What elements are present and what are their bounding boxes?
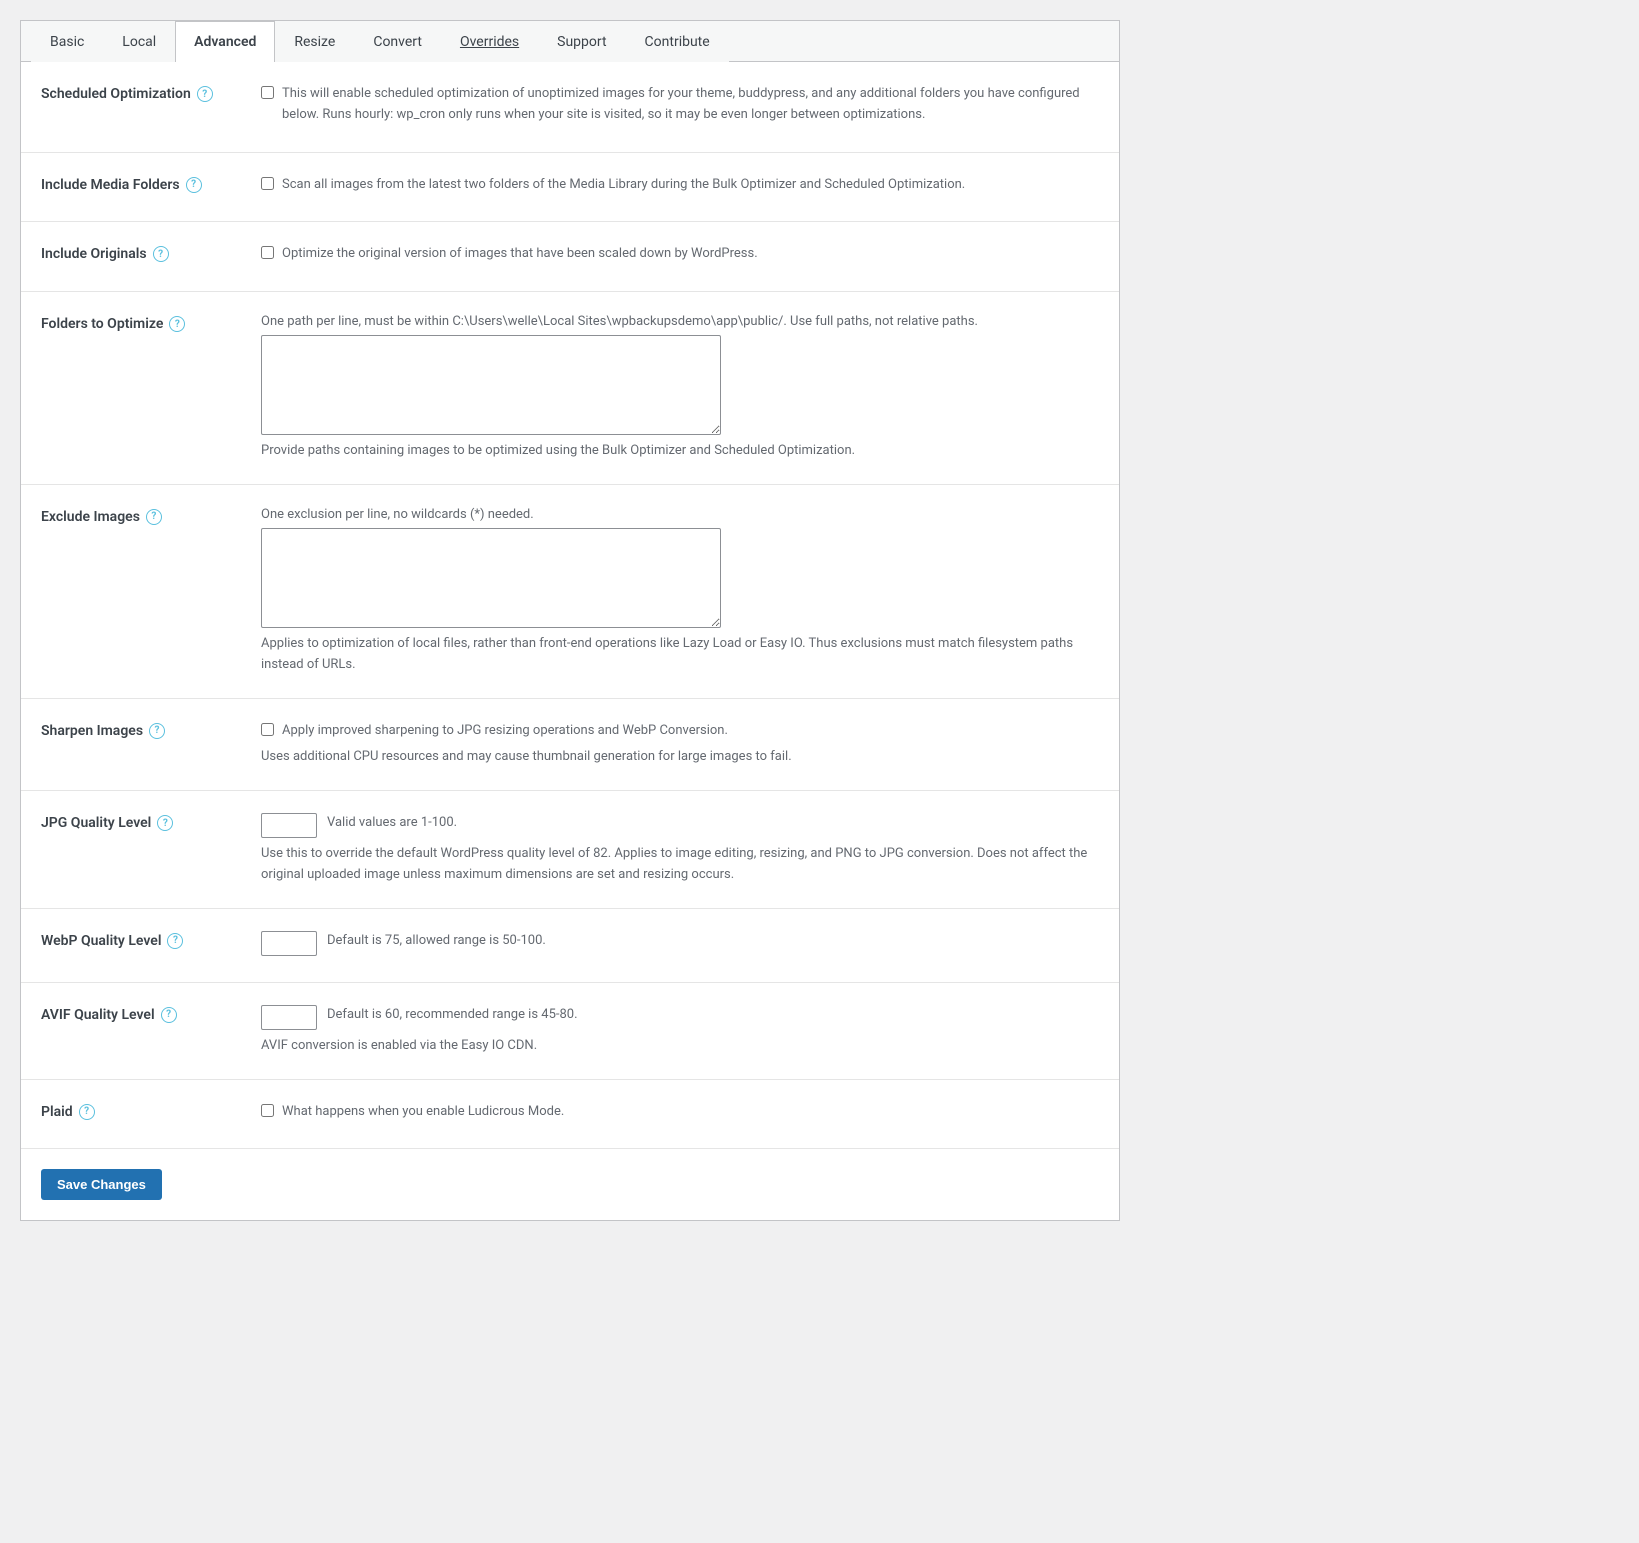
inline-description-avif-quality-level: Default is 60, recommended range is 45-8… [327, 1005, 578, 1026]
field-col-exclude-images: One exclusion per line, no wildcards (*)… [261, 507, 1099, 676]
description-scheduled-optimization: This will enable scheduled optimization … [282, 84, 1099, 126]
settings-row-include-media-folders: Include Media Folders? Scan all images fr… [21, 153, 1119, 223]
settings-content: Scheduled Optimization? This will enable … [21, 62, 1119, 1148]
help-icon-include-originals[interactable]: ? [153, 246, 169, 262]
tab-resize[interactable]: Resize [275, 21, 354, 62]
description-include-originals: Optimize the original version of images … [282, 244, 758, 265]
field-col-folders-to-optimize: One path per line, must be within C:\Use… [261, 314, 1099, 462]
help-icon-plaid[interactable]: ? [79, 1104, 95, 1120]
input-avif-quality-level[interactable] [261, 1005, 317, 1030]
textarea-folders-to-optimize[interactable] [261, 335, 721, 435]
checkbox-plaid[interactable] [261, 1104, 274, 1117]
help-icon-webp-quality-level[interactable]: ? [167, 933, 183, 949]
inline-row-avif-quality-level: Default is 60, recommended range is 45-8… [261, 1005, 1099, 1030]
field-col-sharpen-images: Apply improved sharpening to JPG resizin… [261, 721, 1099, 769]
field-col-include-media-folders: Scan all images from the latest two fold… [261, 175, 1099, 200]
settings-panel: BasicLocalAdvancedResizeConvertOverrides… [20, 20, 1120, 1221]
label-sharpen-images: Sharpen Images? [41, 721, 241, 739]
checkbox-row-include-media-folders: Scan all images from the latest two fold… [261, 175, 1099, 200]
field-col-scheduled-optimization: This will enable scheduled optimization … [261, 84, 1099, 130]
checkbox-scheduled-optimization[interactable] [261, 86, 274, 99]
checkbox-row-sharpen-images: Apply improved sharpening to JPG resizin… [261, 721, 1099, 746]
tabs-bar: BasicLocalAdvancedResizeConvertOverrides… [21, 21, 1119, 62]
label-scheduled-optimization: Scheduled Optimization? [41, 84, 241, 102]
save-section: Save Changes [21, 1148, 1119, 1220]
save-changes-button[interactable]: Save Changes [41, 1169, 162, 1200]
help-icon-folders-to-optimize[interactable]: ? [169, 316, 185, 332]
label-include-originals: Include Originals? [41, 244, 241, 262]
checkbox-row-plaid: What happens when you enable Ludicrous M… [261, 1102, 1099, 1127]
checkbox-row-include-originals: Optimize the original version of images … [261, 244, 1099, 269]
help-icon-avif-quality-level[interactable]: ? [161, 1007, 177, 1023]
input-jpg-quality-level[interactable] [261, 813, 317, 838]
description-below-folders-to-optimize: Provide paths containing images to be op… [261, 441, 1099, 462]
inline-row-webp-quality-level: Default is 75, allowed range is 50-100. [261, 931, 1099, 956]
description-sharpen-images: Apply improved sharpening to JPG resizin… [282, 721, 728, 742]
settings-row-scheduled-optimization: Scheduled Optimization? This will enable … [21, 62, 1119, 153]
settings-row-plaid: Plaid? What happens when you enable Ludic… [21, 1080, 1119, 1149]
settings-row-sharpen-images: Sharpen Images? Apply improved sharpening… [21, 699, 1119, 792]
inline-description-webp-quality-level: Default is 75, allowed range is 50-100. [327, 931, 546, 952]
field-col-webp-quality-level: Default is 75, allowed range is 50-100. [261, 931, 1099, 960]
checkbox-row-scheduled-optimization: This will enable scheduled optimization … [261, 84, 1099, 130]
description-below-avif-quality-level: AVIF conversion is enabled via the Easy … [261, 1036, 1099, 1057]
description-below-exclude-images: Applies to optimization of local files, … [261, 634, 1099, 676]
settings-row-exclude-images: Exclude Images? One exclusion per line, n… [21, 485, 1119, 699]
help-icon-include-media-folders[interactable]: ? [186, 177, 202, 193]
tab-advanced[interactable]: Advanced [175, 21, 275, 62]
label-include-media-folders: Include Media Folders? [41, 175, 241, 193]
help-icon-exclude-images[interactable]: ? [146, 509, 162, 525]
input-webp-quality-level[interactable] [261, 931, 317, 956]
inline-description-jpg-quality-level: Valid values are 1-100. [327, 813, 457, 834]
description-below-jpg-quality-level: Use this to override the default WordPre… [261, 844, 1099, 886]
path-hint-folders-to-optimize: One path per line, must be within C:\Use… [261, 314, 1099, 329]
checkbox-include-media-folders[interactable] [261, 177, 274, 190]
settings-row-include-originals: Include Originals? Optimize the original … [21, 222, 1119, 292]
settings-row-jpg-quality-level: JPG Quality Level? Valid values are 1-100… [21, 791, 1119, 909]
label-jpg-quality-level: JPG Quality Level? [41, 813, 241, 831]
tab-overrides[interactable]: Overrides [441, 21, 538, 62]
textarea-exclude-images[interactable] [261, 528, 721, 628]
description-include-media-folders: Scan all images from the latest two fold… [282, 175, 965, 196]
field-col-avif-quality-level: Default is 60, recommended range is 45-8… [261, 1005, 1099, 1057]
label-plaid: Plaid? [41, 1102, 241, 1120]
description-plaid: What happens when you enable Ludicrous M… [282, 1102, 564, 1123]
field-col-jpg-quality-level: Valid values are 1-100. Use this to overr… [261, 813, 1099, 886]
settings-row-webp-quality-level: WebP Quality Level? Default is 75, allowe… [21, 909, 1119, 983]
settings-row-avif-quality-level: AVIF Quality Level? Default is 60, recomm… [21, 983, 1119, 1080]
tab-basic[interactable]: Basic [31, 21, 103, 62]
tab-support[interactable]: Support [538, 21, 625, 62]
tab-contribute[interactable]: Contribute [626, 21, 729, 62]
checkbox-sharpen-images[interactable] [261, 723, 274, 736]
tab-local[interactable]: Local [103, 21, 175, 62]
label-folders-to-optimize: Folders to Optimize? [41, 314, 241, 332]
label-exclude-images: Exclude Images? [41, 507, 241, 525]
label-avif-quality-level: AVIF Quality Level? [41, 1005, 241, 1023]
help-icon-sharpen-images[interactable]: ? [149, 723, 165, 739]
help-icon-scheduled-optimization[interactable]: ? [197, 86, 213, 102]
settings-row-folders-to-optimize: Folders to Optimize? One path per line, m… [21, 292, 1119, 485]
field-col-include-originals: Optimize the original version of images … [261, 244, 1099, 269]
description-below-sharpen-images: Uses additional CPU resources and may ca… [261, 747, 1099, 768]
help-icon-jpg-quality-level[interactable]: ? [157, 815, 173, 831]
inline-row-jpg-quality-level: Valid values are 1-100. [261, 813, 1099, 838]
path-hint-exclude-images: One exclusion per line, no wildcards (*)… [261, 507, 1099, 522]
tab-convert[interactable]: Convert [354, 21, 441, 62]
label-webp-quality-level: WebP Quality Level? [41, 931, 241, 949]
field-col-plaid: What happens when you enable Ludicrous M… [261, 1102, 1099, 1127]
checkbox-include-originals[interactable] [261, 246, 274, 259]
